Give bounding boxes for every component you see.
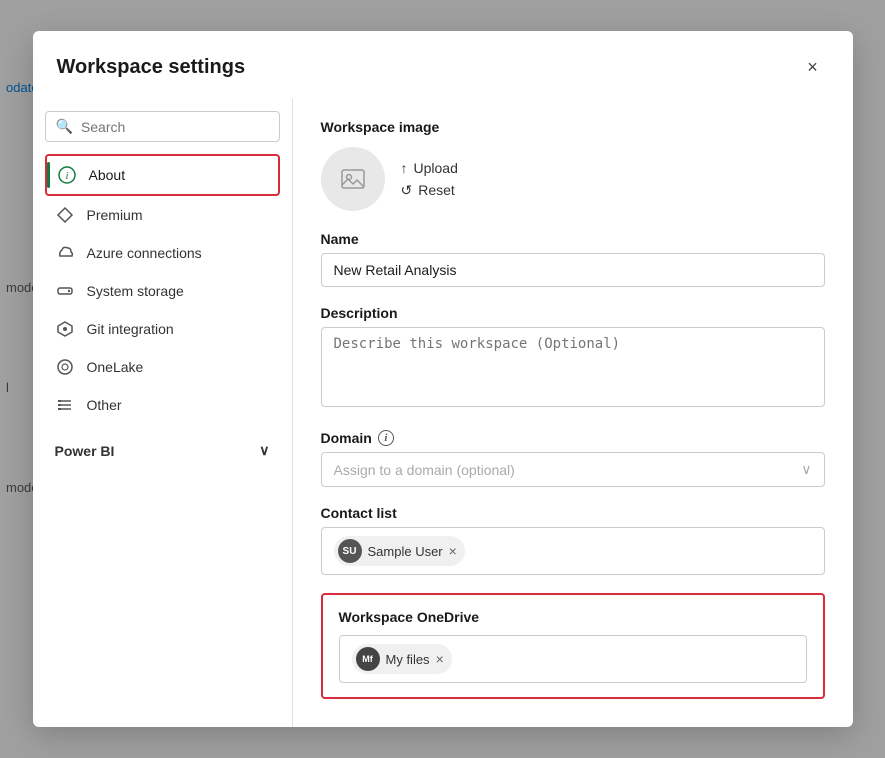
domain-chevron-icon: ∨ (801, 461, 811, 478)
contact-chip-sample-user: SU Sample User × (334, 536, 465, 566)
workspace-image-placeholder (321, 147, 385, 211)
domain-label: Domain i (321, 430, 825, 446)
reset-button[interactable]: ↺ Reset (401, 182, 458, 199)
close-button[interactable]: × (797, 51, 829, 83)
modal-header: Workspace settings × (33, 31, 853, 99)
sidebar-item-onelake-label: OneLake (87, 359, 144, 375)
svg-text:i: i (65, 170, 68, 182)
sidebar-item-azure-label: Azure connections (87, 245, 202, 261)
reset-label: Reset (418, 182, 455, 198)
other-icon (55, 395, 75, 415)
azure-icon (55, 243, 75, 263)
sidebar-item-azure[interactable]: Azure connections (45, 234, 280, 272)
description-group: Description (321, 305, 825, 412)
sidebar-item-other[interactable]: Other (45, 386, 280, 424)
sidebar-item-storage-label: System storage (87, 283, 184, 299)
domain-placeholder: Assign to a domain (optional) (334, 462, 515, 478)
sidebar: 🔍 i About (33, 99, 293, 727)
sidebar-item-git-label: Git integration (87, 321, 174, 337)
onedrive-section: Workspace OneDrive Mf My files × (321, 593, 825, 699)
sidebar-item-about[interactable]: i About (45, 154, 280, 196)
onedrive-chip-myfiles: Mf My files × (352, 644, 452, 674)
contact-chip-label: Sample User (368, 544, 443, 559)
onelake-icon (55, 357, 75, 377)
contact-list-box[interactable]: SU Sample User × (321, 527, 825, 575)
onedrive-title: Workspace OneDrive (339, 609, 807, 625)
domain-group: Domain i Assign to a domain (optional) ∨ (321, 430, 825, 487)
content-area: Workspace image ↑ Uplo (293, 99, 853, 727)
storage-icon (55, 281, 75, 301)
sidebar-item-premium-label: Premium (87, 207, 143, 223)
onedrive-chip-remove[interactable]: × (436, 652, 444, 666)
image-icon (339, 165, 367, 193)
onedrive-avatar: Mf (356, 647, 380, 671)
sidebar-item-onelake[interactable]: OneLake (45, 348, 280, 386)
sidebar-item-other-label: Other (87, 397, 122, 413)
workspace-settings-dialog: Workspace settings × 🔍 (33, 31, 853, 727)
power-bi-section[interactable]: Power BI ∨ (45, 432, 280, 465)
onedrive-chip-label: My files (386, 652, 430, 667)
upload-label: Upload (414, 160, 458, 176)
contact-list-group: Contact list SU Sample User × (321, 505, 825, 575)
onedrive-box[interactable]: Mf My files × (339, 635, 807, 683)
modal-title: Workspace settings (57, 56, 246, 79)
image-section: ↑ Upload ↺ Reset (321, 147, 825, 211)
description-label: Description (321, 305, 825, 321)
contact-chip-remove[interactable]: × (449, 544, 457, 558)
domain-select[interactable]: Assign to a domain (optional) ∨ (321, 452, 825, 487)
contact-list-label: Contact list (321, 505, 825, 521)
name-group: Name (321, 231, 825, 287)
search-box[interactable]: 🔍 (45, 111, 280, 142)
workspace-image-title: Workspace image (321, 119, 825, 135)
sidebar-item-about-label: About (89, 167, 126, 183)
search-icon: 🔍 (56, 118, 73, 135)
description-input[interactable] (321, 327, 825, 407)
name-input[interactable] (321, 253, 825, 287)
sidebar-item-git[interactable]: Git integration (45, 310, 280, 348)
git-icon (55, 319, 75, 339)
upload-button[interactable]: ↑ Upload (401, 160, 458, 176)
domain-info-icon: i (378, 430, 394, 446)
sidebar-item-premium[interactable]: Premium (45, 196, 280, 234)
modal-body: 🔍 i About (33, 99, 853, 727)
contact-avatar: SU (338, 539, 362, 563)
image-actions: ↑ Upload ↺ Reset (401, 160, 458, 199)
about-icon: i (57, 165, 77, 185)
power-bi-chevron-icon: ∨ (259, 442, 269, 459)
name-label: Name (321, 231, 825, 247)
upload-icon: ↑ (401, 160, 408, 176)
sidebar-item-storage[interactable]: System storage (45, 272, 280, 310)
reset-icon: ↺ (401, 182, 413, 199)
premium-icon (55, 205, 75, 225)
search-input[interactable] (81, 119, 269, 135)
power-bi-label: Power BI (55, 443, 115, 459)
